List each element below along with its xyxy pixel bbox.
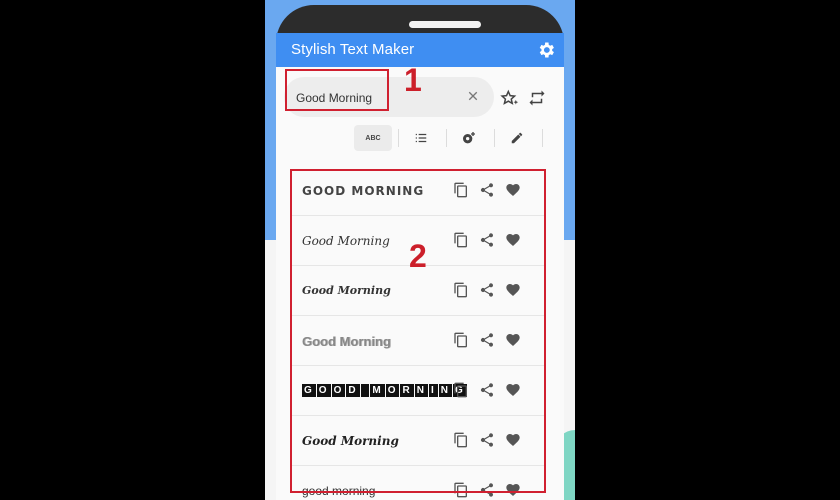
app-title: Stylish Text Maker: [291, 41, 415, 58]
star-sparkle-icon[interactable]: [500, 89, 520, 109]
list-icon: [415, 133, 427, 143]
pencil-icon: [511, 132, 523, 144]
tab-divider: [494, 129, 495, 147]
gear-icon[interactable]: [536, 40, 556, 60]
tab-abc[interactable]: ABC: [354, 125, 392, 151]
annotation-box-results: [290, 169, 546, 493]
tab-divider: [446, 129, 447, 147]
tab-edit[interactable]: [498, 125, 536, 151]
tab-list[interactable]: [402, 125, 440, 151]
style-tabs: ABC: [354, 125, 554, 153]
close-icon[interactable]: [464, 87, 482, 105]
phone-speaker: [409, 21, 481, 28]
gear-plus-icon: [463, 132, 475, 144]
tab-settings-plus[interactable]: [450, 125, 488, 151]
repeat-icon[interactable]: [528, 89, 546, 107]
tab-divider: [398, 129, 399, 147]
annotation-box-input: [285, 69, 389, 111]
tab-abc-label: ABC: [365, 134, 381, 142]
annotation-marker-2: 2: [409, 238, 427, 274]
tab-divider: [542, 129, 543, 147]
annotation-marker-1: 1: [404, 62, 422, 98]
